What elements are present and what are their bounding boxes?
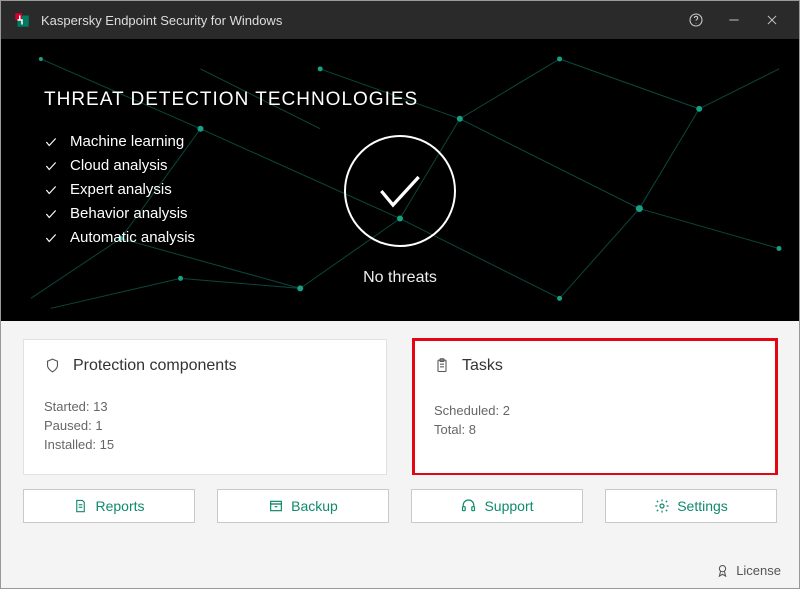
status-indicator: No threats (344, 135, 456, 287)
reports-label: Reports (95, 498, 144, 514)
tech-label: Behavior analysis (70, 205, 188, 222)
minimize-icon (727, 13, 741, 27)
hero-heading: THREAT DETECTION TECHNOLOGIES (44, 89, 418, 111)
tech-item-expert-analysis: Expert analysis (44, 181, 195, 198)
reports-button[interactable]: Reports (23, 489, 195, 523)
large-check-icon (372, 163, 428, 219)
cards-row: Protection components Started: 13 Paused… (1, 321, 799, 475)
backup-label: Backup (291, 498, 338, 514)
protection-components-card[interactable]: Protection components Started: 13 Paused… (23, 339, 387, 475)
tasks-card-title: Tasks (462, 357, 503, 375)
headset-icon (460, 498, 477, 514)
close-icon (765, 13, 779, 27)
status-circle (344, 135, 456, 247)
shield-icon (44, 356, 61, 375)
check-icon (44, 207, 58, 221)
tech-item-cloud-analysis: Cloud analysis (44, 157, 195, 174)
tasks-total-line: Total: 8 (434, 422, 756, 437)
tech-label: Machine learning (70, 133, 184, 150)
license-label: License (736, 563, 781, 578)
protection-installed-line: Installed: 15 (44, 437, 366, 452)
close-button[interactable] (753, 1, 791, 39)
tasks-scheduled-line: Scheduled: 2 (434, 403, 756, 418)
backup-button[interactable]: Backup (217, 489, 389, 523)
support-button[interactable]: Support (411, 489, 583, 523)
minimize-button[interactable] (715, 1, 753, 39)
protection-card-title: Protection components (73, 357, 237, 375)
license-link[interactable]: License (715, 563, 781, 578)
check-icon (44, 231, 58, 245)
tech-item-behavior-analysis: Behavior analysis (44, 205, 195, 222)
tech-item-machine-learning: Machine learning (44, 133, 195, 150)
help-button[interactable] (677, 1, 715, 39)
app-logo-icon (13, 11, 31, 29)
support-label: Support (484, 498, 533, 514)
check-icon (44, 183, 58, 197)
archive-icon (268, 498, 284, 514)
tech-label: Automatic analysis (70, 229, 195, 246)
footer: License (1, 523, 799, 588)
titlebar-title: Kaspersky Endpoint Security for Windows (41, 13, 677, 28)
status-label: No threats (344, 269, 456, 287)
check-icon (44, 159, 58, 173)
help-icon (688, 12, 704, 28)
titlebar: Kaspersky Endpoint Security for Windows (1, 1, 799, 39)
tech-item-automatic-analysis: Automatic analysis (44, 229, 195, 246)
technology-list: Machine learning Cloud analysis Expert a… (44, 133, 195, 253)
bottom-button-row: Reports Backup Support Settings (1, 475, 799, 523)
clipboard-icon (434, 356, 450, 375)
check-icon (44, 135, 58, 149)
tech-label: Cloud analysis (70, 157, 168, 174)
settings-button[interactable]: Settings (605, 489, 777, 523)
tech-label: Expert analysis (70, 181, 172, 198)
protection-paused-line: Paused: 1 (44, 418, 366, 433)
gear-icon (654, 498, 670, 514)
document-icon (73, 498, 88, 514)
protection-started-line: Started: 13 (44, 399, 366, 414)
hero-panel: THREAT DETECTION TECHNOLOGIES Machine le… (1, 39, 799, 321)
award-icon (715, 563, 730, 578)
tasks-card[interactable]: Tasks Scheduled: 2 Total: 8 (413, 339, 777, 475)
settings-label: Settings (677, 498, 728, 514)
app-window: Kaspersky Endpoint Security for Windows (0, 0, 800, 589)
